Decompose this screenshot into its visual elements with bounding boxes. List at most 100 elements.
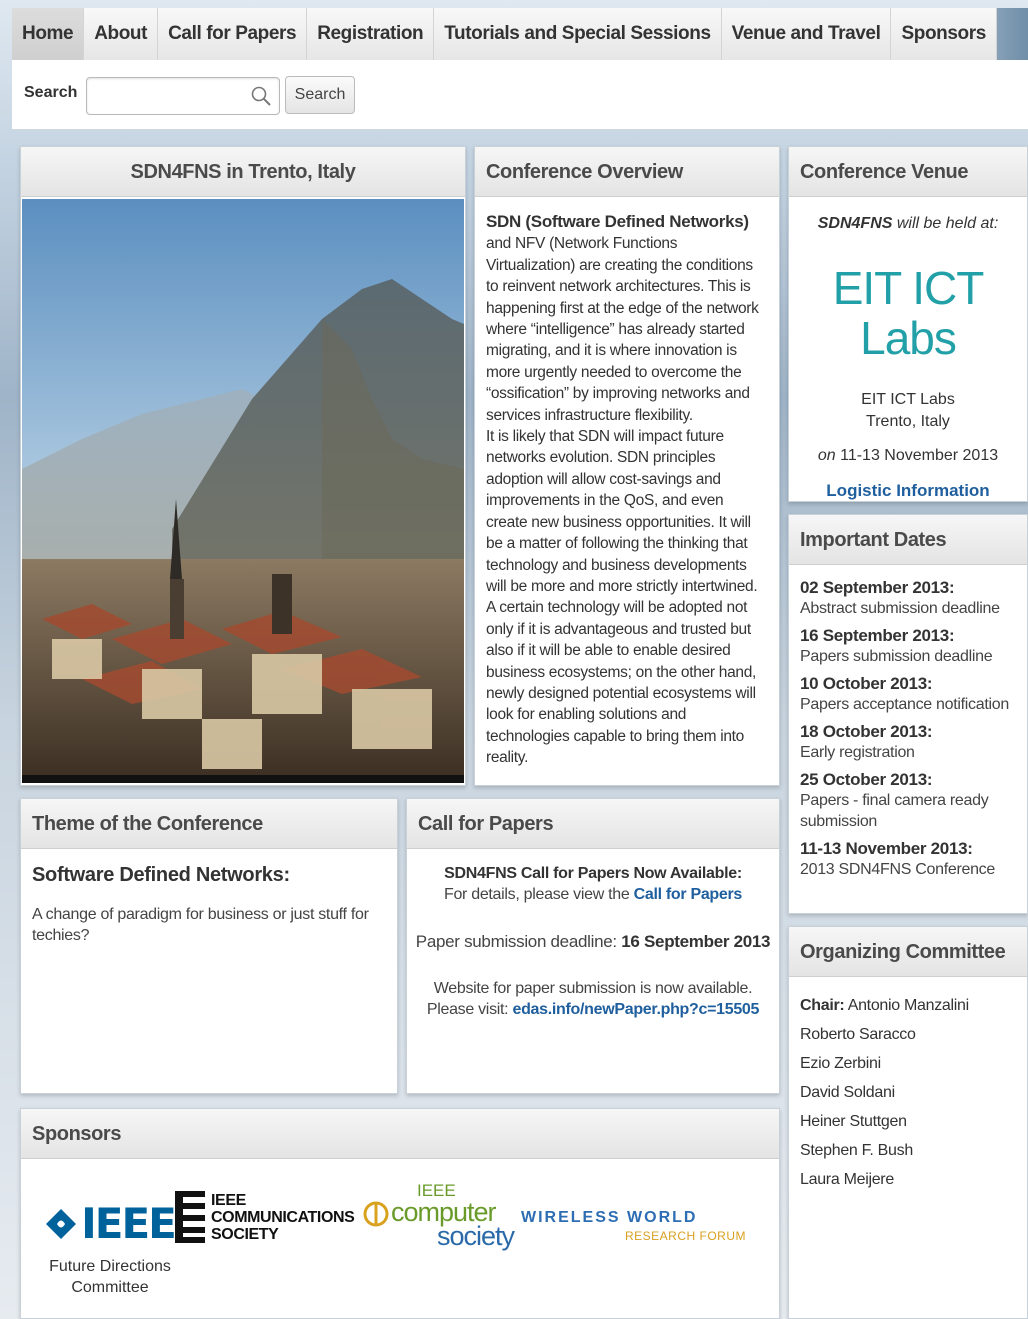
venue-intro: SDN4FNS will be held at: [797,215,1019,233]
date-title: 02 September 2013: [800,578,955,597]
cfp-body: SDN4FNS Call for Papers Now Available: F… [407,849,779,1060]
sponsors-panel: Sponsors IEEE Future Directions Committe… [20,1108,780,1319]
hero-panel: SDN4FNS in Trento, Italy [20,146,466,786]
computer-society-mark-icon [363,1201,389,1227]
nav-home[interactable]: Home [12,8,85,60]
date-desc: Early registration [800,744,915,761]
search-label: Search [24,84,78,101]
comsoc-mark-icon [175,1191,205,1243]
cfp-deadline-date: 16 September 2013 [621,932,771,951]
committee-member: Ezio Zerbini [800,1055,881,1072]
ieee-diamond-icon [46,1208,77,1239]
nav-about[interactable]: About [84,8,159,60]
top-navigation-bar: Home About Call for Papers Registration … [12,8,1028,60]
venue-name: EIT ICT Labs [861,391,955,408]
sponsors-title: Sponsors [21,1109,779,1159]
edas-submission-link[interactable]: edas.info/newPaper.php?c=15505 [512,1001,759,1018]
trento-landscape-image [22,199,464,783]
date-entry: 02 September 2013: Abstract submission d… [800,577,1016,619]
committee-body: Chair: Antonio Manzalini Roberto Saracco… [789,977,1027,1208]
date-title: 18 October 2013: [800,722,933,741]
committee-member: Stephen F. Bush [800,1142,913,1159]
search-bar: Search Search [12,60,1028,130]
overview-text-1: and NFV (Network Functions Virtualizatio… [486,235,759,424]
nav-venue-travel[interactable]: Venue and Travel [721,8,892,60]
venue-body: SDN4FNS will be held at: EIT ICT Labs EI… [789,197,1027,519]
cfp-details-prefix: For details, please view the [443,886,634,903]
date-title: 10 October 2013: [800,674,933,693]
main-nav: Home About Call for Papers Registration … [12,8,1028,60]
dates-title: Important Dates [789,515,1027,565]
date-entry: 10 October 2013: Papers acceptance notif… [800,673,1016,715]
venue-intro-bold: SDN4FNS [817,215,893,232]
cfp-visit-prefix: Please visit: [426,1001,513,1018]
wwrf-logo[interactable]: WIRELESS WORLD RESEARCH FORUM [521,1209,746,1243]
theme-text: A change of paradigm for business or jus… [32,906,369,945]
committee-member: Roberto Saracco [800,1026,916,1043]
date-title: 11-13 November 2013: [800,839,973,858]
venue-panel: Conference Venue SDN4FNS will be held at… [788,146,1028,502]
comsoc-line-2: COMMUNICATIONS [211,1208,355,1226]
venue-date: on 11-13 November 2013 [797,447,1019,465]
call-for-papers-panel: Call for Papers SDN4FNS Call for Papers … [406,798,780,1094]
ieee-computer-society-logo[interactable]: IEEE computer society [363,1181,515,1251]
theme-title: Theme of the Conference [21,799,397,849]
cfp-website-line: Website for paper submission is now avai… [433,980,753,997]
date-entry: 25 October 2013: Papers - final camera r… [800,769,1016,832]
search-button[interactable]: Search [285,76,355,114]
cfp-headline: SDN4FNS Call for Papers Now Available: [444,865,742,882]
important-dates-panel: Important Dates 02 September 2013: Abstr… [788,514,1028,914]
nav-tutorials[interactable]: Tutorials and Special Sessions [434,8,722,60]
date-desc: Papers - final camera ready submission [800,792,989,830]
wwrf-world: WORLD [627,1209,698,1226]
overview-body: SDN (Software Defined Networks) and NFV … [475,197,779,783]
comsoc-line-1: IEEE [211,1191,246,1209]
theme-subtitle: Software Defined Networks: [32,864,290,886]
organizing-committee-panel: Organizing Committee Chair: Antonio Manz… [788,926,1028,1319]
cfp-announcement: SDN4FNS Call for Papers Now Available: F… [415,863,771,905]
date-desc: Papers acceptance notification [800,696,1009,713]
date-desc: Papers submission deadline [800,648,993,665]
overview-title: Conference Overview [475,147,779,197]
cfp-website: Website for paper submission is now avai… [415,978,771,1020]
venue-date-value: 11-13 November 2013 [835,447,999,464]
cfp-title: Call for Papers [407,799,779,849]
committee-chair: Chair: Antonio Manzalini [800,991,1016,1020]
overview-bold-lead: SDN (Software Defined Networks) [486,212,749,231]
trento-photo [22,199,464,783]
date-entry: 18 October 2013: Early registration [800,721,1016,763]
committee-title: Organizing Committee [789,927,1027,977]
venue-title: Conference Venue [789,147,1027,197]
search-icon[interactable] [250,85,272,107]
nav-registration[interactable]: Registration [307,8,435,60]
overview-text-2: It is likely that SDN will impact future… [486,428,758,767]
ieee-logo[interactable]: IEEE Future Directions Committee [35,1199,185,1298]
theme-body: Software Defined Networks: A change of p… [21,849,397,956]
wwrf-research-forum: RESEARCH FORUM [625,1229,747,1243]
dates-body: 02 September 2013: Abstract submission d… [789,565,1027,898]
nav-call-for-papers[interactable]: Call for Papers [158,8,308,60]
sponsor-logos: IEEE Future Directions Committee IEEE CO… [21,1159,779,1317]
hero-title: SDN4FNS in Trento, Italy [21,147,465,197]
chair-name: Antonio Manzalini [844,997,970,1014]
committee-member: David Soldani [800,1084,895,1101]
theme-panel: Theme of the Conference Software Defined… [20,798,398,1094]
date-entry: 16 September 2013: Papers submission dea… [800,625,1016,667]
venue-city: Trento, Italy [866,413,950,430]
venue-date-prefix: on [817,447,836,464]
cs-society-text: society [437,1221,515,1251]
overview-panel: Conference Overview SDN (Software Define… [474,146,780,786]
ieee-subtitle: Future Directions Committee [49,1258,171,1296]
ieee-wordmark: IEEE [81,1199,177,1248]
date-title: 25 October 2013: [800,770,933,789]
date-desc: 2013 SDN4FNS Conference [800,861,995,878]
committee-member: Heiner Stuttgen [800,1113,907,1130]
comsoc-logo[interactable]: IEEE COMMUNICATIONS SOCIETY [175,1187,355,1247]
date-title: 16 September 2013: [800,626,955,645]
date-entry: 11-13 November 2013: 2013 SDN4FNS Confer… [800,838,1016,880]
cfp-deadline-prefix: Paper submission deadline: [415,932,622,951]
cfp-details-link[interactable]: Call for Papers [634,886,743,903]
cfp-deadline: Paper submission deadline: 16 September … [415,931,771,952]
logistic-information-link[interactable]: Logistic Information [797,481,1019,501]
nav-sponsors[interactable]: Sponsors [891,8,997,60]
